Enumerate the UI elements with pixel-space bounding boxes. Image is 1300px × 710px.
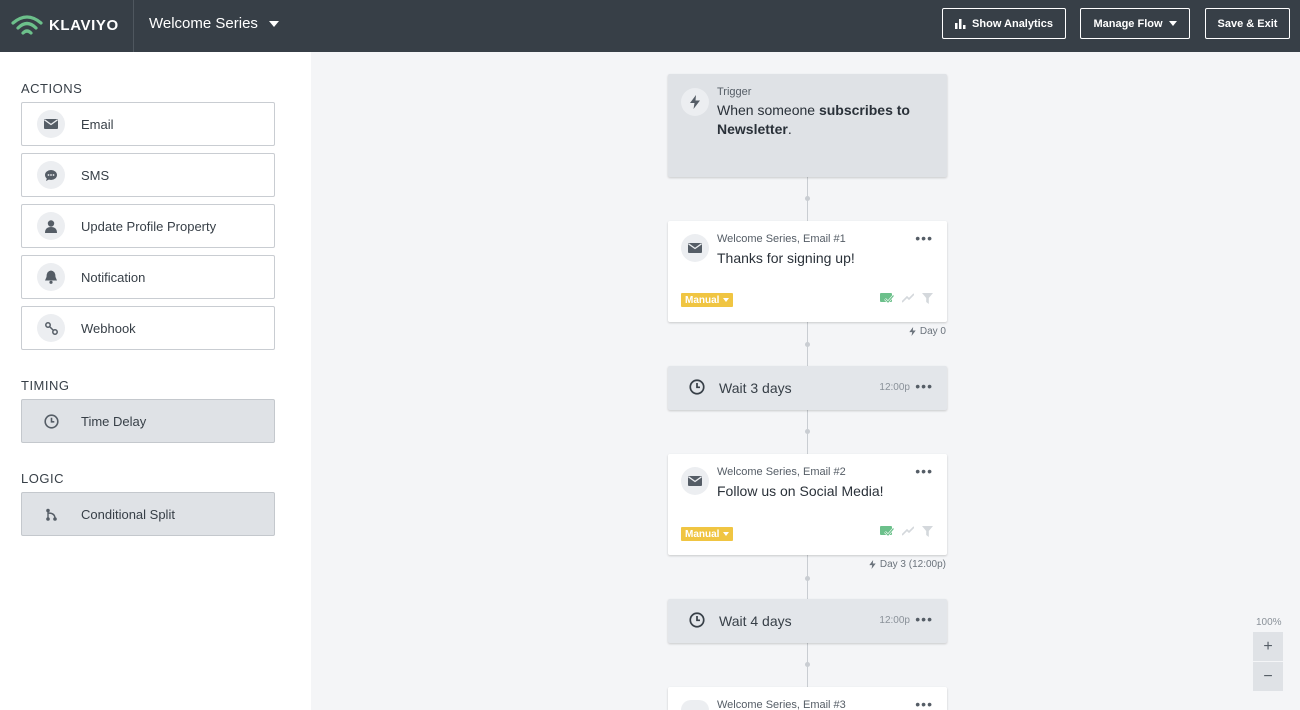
email-status-icons — [880, 525, 933, 537]
webhook-icon — [37, 314, 65, 342]
klaviyo-logo[interactable]: KLAVIYO — [11, 11, 119, 39]
status-badge-label: Manual — [685, 528, 720, 540]
action-email[interactable]: Email — [21, 102, 275, 146]
trigger-suffix: . — [787, 121, 792, 137]
trigger-label: Trigger — [717, 86, 752, 98]
action-sms-label: SMS — [81, 167, 110, 183]
logo-text: KLAVIYO — [49, 16, 119, 34]
lightning-icon — [909, 327, 916, 336]
delay-label: Wait 4 days — [719, 613, 792, 629]
delay-label: Wait 3 days — [719, 380, 792, 396]
save-exit-button[interactable]: Save & Exit — [1205, 8, 1290, 39]
day-label-text: Day 0 — [919, 326, 946, 337]
action-webhook-label: Webhook — [81, 320, 136, 336]
more-options-icon[interactable]: ••• — [915, 611, 933, 627]
connector-dot[interactable] — [805, 429, 810, 434]
action-update-profile-property-label: Update Profile Property — [81, 218, 217, 234]
action-notification[interactable]: Notification — [21, 255, 275, 299]
divider — [133, 0, 134, 52]
action-time-delay-label: Time Delay — [81, 413, 147, 429]
more-options-icon[interactable]: ••• — [915, 378, 933, 394]
zoom-in-button[interactable]: + — [1253, 632, 1283, 661]
trigger-card[interactable]: Trigger When someone subscribes to Newsl… — [668, 74, 947, 177]
action-notification-label: Notification — [81, 269, 146, 285]
zoom-out-button[interactable]: − — [1253, 662, 1283, 691]
envelope-icon — [681, 700, 709, 710]
day-label: Day 3 (12:00p) — [869, 559, 946, 570]
bell-icon — [37, 263, 65, 291]
envelope-icon — [37, 110, 65, 138]
connector-dot[interactable] — [805, 342, 810, 347]
action-time-delay[interactable]: Time Delay — [21, 399, 275, 443]
chevron-down-icon — [1168, 21, 1177, 26]
logic-section-title: LOGIC — [21, 471, 64, 486]
chat-bubble-icon — [37, 161, 65, 189]
filter-icon — [922, 525, 933, 537]
time-delay-card[interactable]: Wait 4 days 12:00p ••• — [668, 599, 947, 643]
email-check-icon — [880, 526, 894, 537]
lightning-icon — [681, 88, 709, 116]
time-delay-card[interactable]: Wait 3 days 12:00p ••• — [668, 366, 947, 410]
day-label-text: Day 3 (12:00p) — [879, 559, 946, 570]
flow-name-dropdown[interactable]: Welcome Series — [149, 15, 279, 32]
email-card[interactable]: Welcome Series, Email #2 Follow us on So… — [668, 454, 947, 555]
save-exit-label: Save & Exit — [1217, 17, 1278, 30]
trigger-description: When someone subscribes to Newsletter. — [717, 101, 927, 139]
connector-dot[interactable] — [805, 662, 810, 667]
action-conditional-split[interactable]: Conditional Split — [21, 492, 275, 536]
action-email-label: Email — [81, 116, 114, 132]
manage-flow-button[interactable]: Manage Flow — [1080, 8, 1190, 39]
envelope-icon — [681, 467, 709, 495]
flow-name: Welcome Series — [149, 15, 258, 32]
action-update-profile-property[interactable]: Update Profile Property — [21, 204, 275, 248]
show-analytics-label: Show Analytics — [972, 17, 1053, 30]
trigger-prefix: When someone — [717, 102, 819, 118]
email-card[interactable]: Welcome Series, Email #1 Thanks for sign… — [668, 221, 947, 322]
split-icon — [37, 500, 65, 528]
email-status-icons — [880, 292, 933, 304]
more-options-icon[interactable]: ••• — [915, 696, 933, 710]
manage-flow-label: Manage Flow — [1093, 17, 1163, 30]
user-icon — [37, 212, 65, 240]
zoom-level: 100% — [1256, 617, 1282, 628]
email-subtitle: Welcome Series, Email #2 — [717, 466, 846, 478]
email-subtitle: Welcome Series, Email #3 — [717, 699, 846, 710]
more-options-icon[interactable]: ••• — [915, 230, 933, 246]
action-webhook[interactable]: Webhook — [21, 306, 275, 350]
smart-sending-icon — [902, 293, 914, 303]
email-title: Thanks for signing up! — [717, 250, 855, 266]
chevron-down-icon — [723, 532, 730, 536]
top-bar: KLAVIYO Welcome Series Show Analytics Ma… — [0, 0, 1300, 52]
status-badge[interactable]: Manual — [681, 293, 734, 307]
filter-icon — [922, 292, 933, 304]
email-check-icon — [880, 293, 894, 304]
email-card[interactable]: Welcome Series, Email #3 ••• — [668, 687, 947, 710]
show-analytics-button[interactable]: Show Analytics — [942, 8, 1066, 39]
action-sms[interactable]: SMS — [21, 153, 275, 197]
clock-icon — [689, 379, 705, 395]
email-subtitle: Welcome Series, Email #1 — [717, 233, 846, 245]
delay-time: 12:00p — [879, 615, 910, 626]
connector-dot[interactable] — [805, 576, 810, 581]
bar-chart-icon — [955, 18, 966, 29]
envelope-icon — [681, 234, 709, 262]
chevron-down-icon — [268, 20, 279, 27]
delay-time: 12:00p — [879, 382, 910, 393]
sidebar: ACTIONS Email SMS Update Profile Propert… — [0, 52, 311, 710]
timing-section-title: TIMING — [21, 378, 70, 393]
actions-section-title: ACTIONS — [21, 81, 83, 96]
status-badge[interactable]: Manual — [681, 527, 734, 541]
wifi-logo-icon — [11, 15, 43, 35]
email-title: Follow us on Social Media! — [717, 483, 884, 499]
connector-dot[interactable] — [805, 196, 810, 201]
clock-icon — [37, 407, 65, 435]
smart-sending-icon — [902, 526, 914, 536]
clock-icon — [689, 612, 705, 628]
day-label: Day 0 — [909, 326, 946, 337]
lightning-icon — [869, 560, 876, 569]
action-conditional-split-label: Conditional Split — [81, 506, 175, 522]
status-badge-label: Manual — [685, 294, 720, 306]
more-options-icon[interactable]: ••• — [915, 463, 933, 479]
chevron-down-icon — [723, 298, 730, 302]
